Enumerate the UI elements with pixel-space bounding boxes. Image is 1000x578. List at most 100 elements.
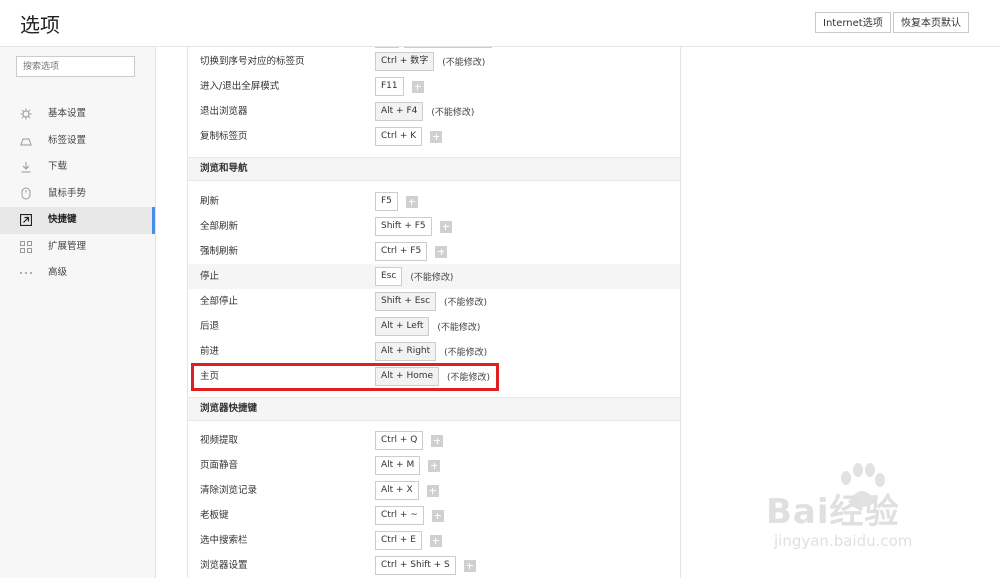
shortcut-row: 浏览器设置 Ctrl + Shift + S bbox=[188, 553, 680, 578]
shortcut-row: 视频提取 Ctrl + Q bbox=[188, 428, 680, 453]
sidebar-item-shortcuts[interactable]: 快捷键 bbox=[0, 207, 155, 234]
sidebar-item-label: 下载 bbox=[48, 161, 68, 172]
shortcut-name: 全部刷新 bbox=[200, 221, 239, 232]
section-title: 浏览器快捷键 bbox=[200, 403, 258, 414]
shortcut-name: 进入/退出全屏模式 bbox=[200, 81, 280, 92]
section-header: 浏览器快捷键 bbox=[188, 397, 680, 421]
shortcut-row: 强制刷新 Ctrl + F5 bbox=[188, 239, 680, 264]
sidebar-nav: 基本设置 标签设置 下载 鼠标手势 快捷键 扩展管理 高级 bbox=[0, 101, 155, 287]
shortcut-name: 退出浏览器 bbox=[200, 106, 248, 117]
shortcut-key: Esc bbox=[375, 267, 403, 286]
shortcut-row: 退出浏览器 Alt + F4 (不能修改) bbox=[188, 99, 680, 124]
shortcut-row: 复制标签页 Ctrl + K bbox=[188, 124, 680, 149]
shortcut-row: 切换到序号对应的标签页 Ctrl + 数字 (不能修改) bbox=[188, 49, 680, 74]
add-shortcut-icon[interactable] bbox=[429, 534, 442, 547]
header: 选项 Internet选项 恢复本页默认 bbox=[0, 0, 1000, 47]
sidebar-item-download[interactable]: 下载 bbox=[0, 154, 155, 181]
section-header: 浏览和导航 bbox=[188, 157, 680, 181]
shortcut-name: 老板键 bbox=[200, 510, 229, 521]
shortcut-row: 清除浏览记录 Alt + X bbox=[188, 478, 680, 503]
add-shortcut-icon[interactable] bbox=[430, 130, 443, 143]
shortcut-row: 进入/退出全屏模式 F11 bbox=[188, 74, 680, 99]
not-editable-note: (不能修改) bbox=[431, 108, 475, 118]
sidebar: 基本设置 标签设置 下载 鼠标手势 快捷键 bbox=[0, 47, 156, 578]
sidebar-item-basic[interactable]: 基本设置 bbox=[0, 101, 155, 128]
sidebar-item-label: 鼠标手势 bbox=[48, 187, 87, 199]
sidebar-item-label: 高级 bbox=[48, 267, 68, 278]
shortcut-row: 页面静音 Alt + M bbox=[188, 453, 680, 478]
sidebar-item-label: 扩展管理 bbox=[48, 240, 87, 252]
shortcut-name: 刷新 bbox=[200, 196, 220, 207]
watermark-url: jingyan.baidu.com bbox=[774, 532, 913, 550]
tab-icon bbox=[19, 128, 33, 154]
shortcut-icon bbox=[19, 207, 33, 233]
add-shortcut-icon[interactable] bbox=[439, 220, 452, 233]
shortcut-key[interactable]: Ctrl + K bbox=[375, 127, 423, 146]
shortcut-name: 清除浏览记录 bbox=[200, 485, 258, 496]
shortcut-key: Ctrl + 数字 bbox=[375, 52, 435, 71]
shortcut-key[interactable]: Alt + X bbox=[375, 481, 419, 500]
shortcut-name: 停止 bbox=[200, 271, 220, 282]
not-editable-note: (不能修改) bbox=[442, 58, 486, 68]
shortcut-key[interactable]: Alt + M bbox=[375, 456, 421, 475]
restore-defaults-button[interactable]: 恢复本页默认 bbox=[893, 12, 969, 33]
shortcut-name: 页面静音 bbox=[200, 460, 239, 471]
add-shortcut-icon[interactable] bbox=[411, 80, 424, 93]
shortcut-name: 后退 bbox=[200, 321, 220, 332]
watermark-brand: Bai经验 bbox=[766, 492, 900, 532]
shortcut-name: 浏览器设置 bbox=[200, 560, 248, 571]
shortcut-key[interactable]: Ctrl + E bbox=[375, 531, 422, 550]
sidebar-item-extensions[interactable]: 扩展管理 bbox=[0, 234, 155, 261]
key-box-fragment bbox=[375, 47, 399, 48]
add-shortcut-icon[interactable] bbox=[435, 245, 448, 258]
shortcut-row: 全部刷新 Shift + F5 bbox=[188, 214, 680, 239]
add-shortcut-icon[interactable] bbox=[431, 434, 444, 447]
shortcut-key[interactable]: Ctrl + F5 bbox=[375, 242, 428, 261]
shortcut-key: Shift + Esc bbox=[375, 292, 437, 311]
watermark: Bai经验 jingyan.baidu.com bbox=[766, 462, 976, 562]
shortcut-row: 前进 Alt + Right (不能修改) bbox=[188, 339, 680, 364]
shortcut-row: 全部停止 Shift + Esc (不能修改) bbox=[188, 289, 680, 314]
shortcut-key[interactable]: F5 bbox=[375, 192, 398, 211]
internet-options-button[interactable]: Internet选项 bbox=[815, 12, 891, 33]
more-icon bbox=[19, 260, 33, 286]
sidebar-item-label: 基本设置 bbox=[48, 108, 87, 119]
download-icon bbox=[19, 154, 33, 180]
not-editable-note: (不能修改) bbox=[437, 323, 481, 333]
shortcut-name: 选中搜索栏 bbox=[200, 535, 248, 546]
shortcut-key[interactable]: Shift + F5 bbox=[375, 217, 432, 236]
shortcut-name: 全部停止 bbox=[200, 296, 239, 307]
shortcut-name: 复制标签页 bbox=[200, 131, 248, 142]
shortcut-key[interactable]: F11 bbox=[375, 77, 404, 96]
grid-icon bbox=[19, 234, 33, 260]
key-box-fragment bbox=[404, 47, 492, 48]
section-title: 浏览和导航 bbox=[200, 163, 248, 174]
add-shortcut-icon[interactable] bbox=[405, 195, 418, 208]
mouse-icon bbox=[19, 181, 33, 207]
sidebar-item-advanced[interactable]: 高级 bbox=[0, 260, 155, 287]
search-input[interactable] bbox=[16, 56, 135, 77]
highlight-box bbox=[191, 363, 499, 391]
shortcut-key[interactable]: Ctrl + Q bbox=[375, 431, 424, 450]
not-editable-note: (不能修改) bbox=[410, 273, 454, 283]
sidebar-item-tabs[interactable]: 标签设置 bbox=[0, 128, 155, 155]
sidebar-item-label: 快捷键 bbox=[48, 214, 77, 225]
sidebar-item-mouse[interactable]: 鼠标手势 bbox=[0, 181, 155, 208]
shortcut-key[interactable]: Ctrl + ~ bbox=[375, 506, 424, 525]
shortcut-key[interactable]: Ctrl + Shift + S bbox=[375, 556, 456, 575]
shortcut-name: 前进 bbox=[200, 346, 220, 357]
shortcut-name: 强制刷新 bbox=[200, 246, 239, 257]
shortcut-row: 后退 Alt + Left (不能修改) bbox=[188, 314, 680, 339]
shortcut-name: 视频提取 bbox=[200, 435, 239, 446]
add-shortcut-icon[interactable] bbox=[431, 509, 444, 522]
shortcut-name: 切换到序号对应的标签页 bbox=[200, 56, 305, 67]
sidebar-item-label: 标签设置 bbox=[48, 134, 87, 146]
page-title: 选项 bbox=[20, 13, 60, 37]
shortcut-key: Alt + Right bbox=[375, 342, 437, 361]
gear-icon bbox=[19, 101, 33, 127]
add-shortcut-icon[interactable] bbox=[428, 459, 441, 472]
add-shortcut-icon[interactable] bbox=[426, 484, 439, 497]
add-shortcut-icon[interactable] bbox=[463, 559, 476, 572]
shortcut-list: 切换到序号对应的标签页 Ctrl + 数字 (不能修改) 进入/退出全屏模式 F1… bbox=[187, 47, 681, 578]
not-editable-note: (不能修改) bbox=[444, 348, 488, 358]
